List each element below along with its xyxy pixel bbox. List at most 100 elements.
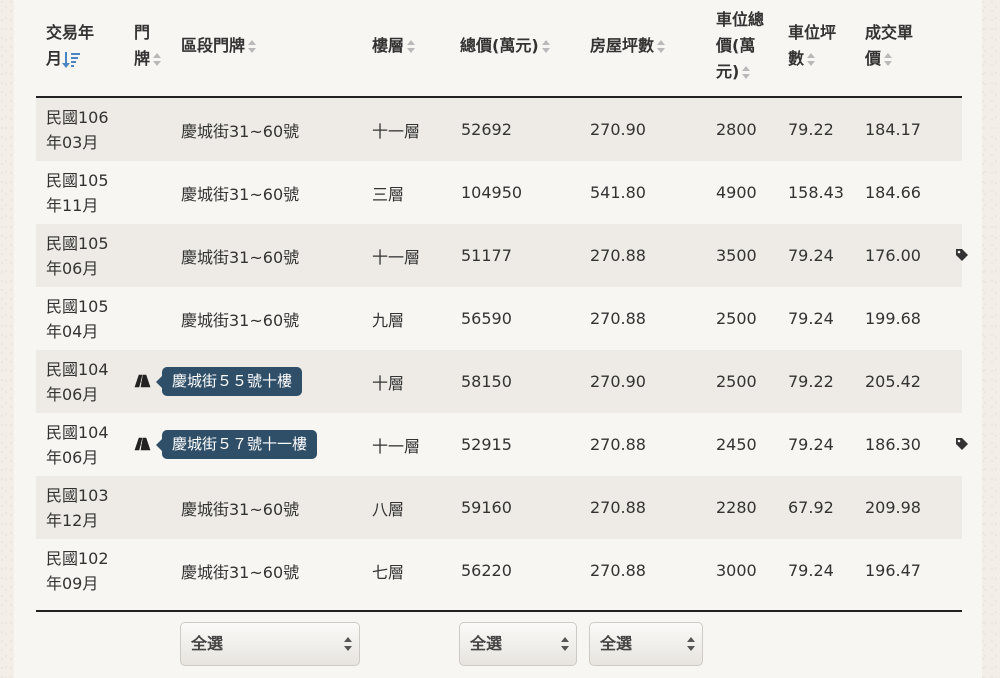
cell-area: 270.88 <box>590 309 646 328</box>
header-parking-area-line2: 數 <box>788 49 805 68</box>
header-date-line1: 交易年 <box>46 23 95 42</box>
select-arrows-icon <box>561 637 569 653</box>
tag-icon[interactable] <box>955 248 969 262</box>
cell-area: 270.88 <box>590 498 646 517</box>
map-icon[interactable] <box>134 437 151 451</box>
cell-address: 慶城街31~60號 <box>181 184 300 204</box>
header-parking-price-line2: 價(萬 <box>716 36 756 55</box>
cell-unit-price: 184.17 <box>865 120 921 139</box>
header-unit-price-line2: 價 <box>865 49 882 68</box>
table-row[interactable]: 民國106 年03月 慶城街31~60號 十一層 52692 270.90 2800 79.2… <box>36 98 962 161</box>
cell-parking-area: 79.22 <box>788 120 834 139</box>
cell-parking-price: 2450 <box>716 435 757 454</box>
select-arrows-icon <box>687 637 695 653</box>
cell-address: 慶城街31~60號 <box>181 562 300 582</box>
sort-icon[interactable] <box>657 39 666 54</box>
sort-icon[interactable] <box>807 52 816 67</box>
date-year: 民國102 <box>46 548 109 568</box>
date-month: 年11月 <box>46 195 99 215</box>
cell-floor: 八層 <box>372 499 405 519</box>
sort-icon[interactable] <box>248 39 257 54</box>
address-filter-value: 全選 <box>191 634 224 653</box>
table-row[interactable]: 民國105 年06月 慶城街31~60號 十一層 51177 270.88 3500 79.2… <box>36 224 968 287</box>
table-row[interactable]: 民國103 年12月 慶城街31~60號 八層 59160 270.88 2280 67.92… <box>36 476 962 539</box>
date-month: 年06月 <box>46 258 99 278</box>
cell-area: 270.90 <box>590 372 646 391</box>
header-address[interactable]: 區段門牌 <box>181 33 257 59</box>
sort-icon[interactable] <box>407 39 416 54</box>
header-parking-price-line3: 元) <box>716 62 740 81</box>
header-total-price-label: 總價(萬元) <box>460 36 539 55</box>
area-filter-value: 全選 <box>600 634 633 653</box>
table-header: 交易年 月 門 牌 區段門牌 樓層 總價(萬元) 房屋坪數 車位總 價(萬 元)… <box>14 0 982 98</box>
cell-date: 民國106 年03月 <box>46 98 109 161</box>
cell-unit-price: 186.30 <box>865 435 921 454</box>
cell-parking-area: 79.24 <box>788 561 834 580</box>
cell-date: 民國105 年04月 <box>46 287 109 350</box>
cell-address: 慶城街31~60號 <box>181 310 300 330</box>
cell-date: 民國103 年12月 <box>46 476 109 539</box>
address-tooltip: 慶城街５５號十樓 <box>155 367 303 396</box>
cell-parking-area: 79.22 <box>788 372 834 391</box>
cell-unit-price: 176.00 <box>865 246 921 265</box>
sort-icon[interactable] <box>884 52 893 67</box>
table-row[interactable]: 民國105 年11月 慶城街31~60號 三層 104950 541.80 4900 158.… <box>36 161 962 224</box>
sort-icon[interactable] <box>541 39 551 54</box>
cell-floor: 十一層 <box>372 436 421 456</box>
cell-floor: 十一層 <box>372 121 421 141</box>
cell-area: 270.88 <box>590 435 646 454</box>
select-arrows-icon <box>344 637 352 653</box>
cell-parking-price: 2800 <box>716 120 757 139</box>
date-year: 民國105 <box>46 296 109 316</box>
cell-date: 民國105 年11月 <box>46 161 109 224</box>
total-price-filter-select[interactable]: 全選 <box>459 622 577 666</box>
date-month: 年06月 <box>46 384 99 404</box>
footer-divider <box>36 610 962 612</box>
date-year: 民國105 <box>46 170 109 190</box>
header-floor[interactable]: 樓層 <box>372 33 416 59</box>
date-year: 民國104 <box>46 422 109 442</box>
cell-parking-area: 158.43 <box>788 183 844 202</box>
cell-unit-price: 196.47 <box>865 561 921 580</box>
cell-parking-price: 4900 <box>716 183 757 202</box>
header-date[interactable]: 交易年 月 <box>46 20 94 72</box>
cell-area: 541.80 <box>590 183 646 202</box>
table-row[interactable]: 民國105 年04月 慶城街31~60號 九層 56590 270.88 2500 79.24… <box>36 287 962 350</box>
header-parking-area[interactable]: 車位坪 數 <box>788 20 836 72</box>
cell-floor: 九層 <box>372 310 405 330</box>
header-address-label: 區段門牌 <box>181 36 246 55</box>
header-unit-price[interactable]: 成交單 價 <box>865 20 913 72</box>
area-filter-select[interactable]: 全選 <box>589 622 703 666</box>
cell-parking-price: 3500 <box>716 246 757 265</box>
header-date-line2: 月 <box>46 49 63 68</box>
header-door-line2: 牌 <box>134 49 151 68</box>
cell-total-price: 56590 <box>461 309 512 328</box>
cell-total-price: 59160 <box>461 498 512 517</box>
address-filter-select[interactable]: 全選 <box>180 622 360 666</box>
cell-total-price: 56220 <box>461 561 512 580</box>
header-area[interactable]: 房屋坪數 <box>590 33 666 59</box>
header-parking-area-line1: 車位坪 <box>788 23 837 42</box>
cell-floor: 三層 <box>372 184 405 204</box>
cell-parking-area: 79.24 <box>788 246 834 265</box>
sort-descending-icon[interactable] <box>62 51 82 69</box>
header-door-line1: 門 <box>134 23 151 42</box>
cell-parking-area: 79.24 <box>788 309 834 328</box>
header-door[interactable]: 門 牌 <box>134 20 162 72</box>
sort-icon[interactable] <box>153 52 162 67</box>
date-month: 年04月 <box>46 321 99 341</box>
map-icon[interactable] <box>134 374 151 388</box>
cell-total-price: 52692 <box>461 120 512 139</box>
table-row[interactable]: 民國104 年06月 十層 58150 270.90 2500 79.22 205.42 慶城街… <box>36 350 962 413</box>
table-row[interactable]: 民國104 年06月 十一層 52915 270.88 2450 79.24 186.30 慶城… <box>36 413 968 476</box>
sort-icon[interactable] <box>742 65 751 80</box>
cell-unit-price: 205.42 <box>865 372 921 391</box>
cell-parking-price: 2280 <box>716 498 757 517</box>
header-total-price[interactable]: 總價(萬元) <box>460 33 551 59</box>
header-parking-price[interactable]: 車位總 價(萬 元) <box>716 7 764 85</box>
date-month: 年12月 <box>46 510 99 530</box>
cell-date: 民國104 年06月 <box>46 350 109 413</box>
cell-total-price: 104950 <box>461 183 523 202</box>
table-row[interactable]: 民國102 年09月 慶城街31~60號 七層 56220 270.88 3000 79.24… <box>36 539 962 602</box>
tag-icon[interactable] <box>955 437 969 451</box>
